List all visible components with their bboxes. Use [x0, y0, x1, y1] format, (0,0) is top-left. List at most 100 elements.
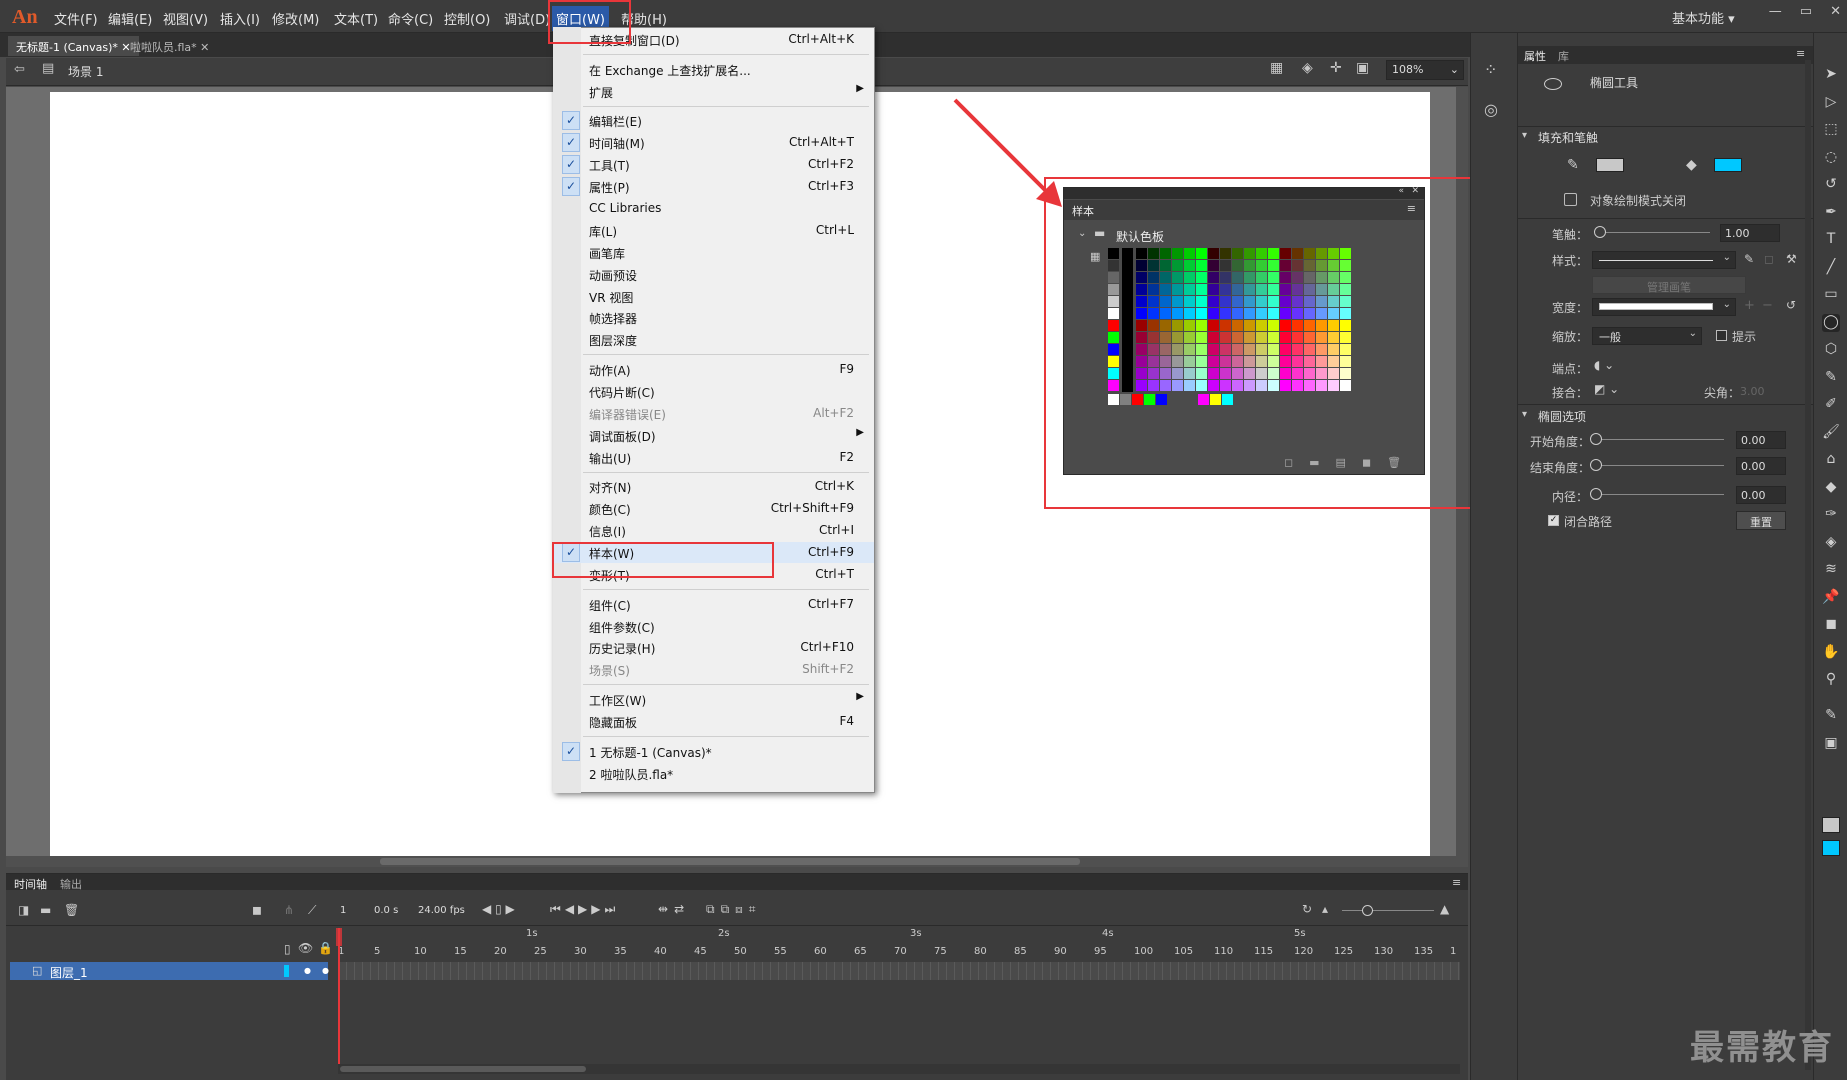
menu-item-5[interactable]: 文本(T)	[334, 9, 378, 28]
inner-radius-handle[interactable]	[1590, 488, 1602, 500]
stroke-slider-track[interactable]	[1600, 232, 1710, 233]
menu-item[interactable]: 2 啦啦队员.fla*	[554, 763, 874, 784]
layer-name[interactable]: 图层_1	[50, 964, 88, 981]
menu-item[interactable]: 颜色(C) Ctrl+Shift+F9	[554, 498, 874, 519]
brush-lib-icon[interactable]: ⚒	[1786, 252, 1797, 266]
panel-menu-icon[interactable]: ≡	[1796, 47, 1805, 60]
brush-tool-icon[interactable]: ✐	[1822, 396, 1840, 414]
menu-item[interactable]: ✓ 时间轴(M) Ctrl+Alt+T	[554, 132, 874, 153]
join-select[interactable]: ◩ ⌄	[1594, 382, 1619, 396]
selection-tool-icon[interactable]: ➤	[1822, 66, 1840, 84]
menu-item[interactable]: ✓ 工具(T) Ctrl+F2	[554, 154, 874, 175]
loop-icon[interactable]: ⇄	[674, 902, 690, 916]
camera-icon[interactable]: ◼	[252, 903, 262, 917]
menu-item[interactable]: 调试面板(D) ▶	[554, 425, 874, 446]
layer-frames[interactable]	[338, 962, 1460, 980]
menu-item-6[interactable]: 命令(C)	[388, 9, 433, 28]
unlocked-dot-icon[interactable]: ●	[322, 966, 329, 975]
playhead-handle[interactable]	[336, 928, 342, 946]
width-profile-select[interactable]: ⌄	[1592, 298, 1736, 316]
paint-brush-tool-icon[interactable]: 🖌	[1822, 424, 1840, 442]
fill-color-tool-icon[interactable]: ▣	[1822, 735, 1840, 753]
doc-tab-cheer[interactable]: 啦啦队员.fla* ✕	[122, 36, 217, 56]
menu-item[interactable]: VR 视图	[554, 286, 874, 307]
manage-brush-button[interactable]: 管理画笔	[1592, 276, 1746, 294]
section-oval-options[interactable]: 椭圆选项	[1538, 408, 1586, 425]
pin-tool-icon[interactable]: 📌	[1822, 589, 1840, 607]
line-tool-icon[interactable]: ╱	[1822, 259, 1840, 277]
stroke-color-swatch[interactable]	[1596, 158, 1624, 172]
fill-color-well[interactable]	[1822, 840, 1840, 856]
new-layer-icon[interactable]: ◨	[18, 903, 29, 917]
eraser-tool-icon[interactable]: ◈	[1822, 534, 1840, 552]
menu-item[interactable]: ✓ 编辑栏(E)	[554, 110, 874, 131]
current-time[interactable]: 0.0 s	[374, 905, 398, 916]
stroke-color-well[interactable]	[1822, 817, 1840, 833]
zoom-in-icon[interactable]: ▲	[1440, 902, 1449, 916]
edit-symbol-icon[interactable]: ◈	[1302, 60, 1313, 76]
reset-width-icon[interactable]: ↺	[1786, 298, 1796, 312]
menu-item[interactable]: 动作(A) F9	[554, 359, 874, 380]
start-angle-track[interactable]	[1600, 439, 1724, 440]
width-tool-icon[interactable]: ≋	[1822, 561, 1840, 579]
menu-item-4[interactable]: 修改(M)	[272, 9, 319, 28]
menu-item[interactable]: 代码片断(C)	[554, 381, 874, 402]
menu-item[interactable]: 对齐(N) Ctrl+K	[554, 476, 874, 497]
chevron-down-icon[interactable]: ▾	[1522, 130, 1527, 141]
menu-item[interactable]: 组件参数(C)	[554, 616, 874, 637]
start-angle-input[interactable]	[1736, 431, 1786, 449]
stroke-style-select[interactable]: ⌄	[1592, 251, 1736, 269]
center-stage-icon[interactable]: ✛	[1330, 60, 1342, 76]
prev-keyframe-icon[interactable]: ◀	[482, 902, 491, 916]
lock-icon[interactable]: 🔒	[318, 941, 333, 955]
hand-tool-icon[interactable]: ✋	[1822, 644, 1840, 662]
next-keyframe-icon[interactable]: ▶	[506, 902, 515, 916]
edit-scene-icon[interactable]: ▦	[1270, 60, 1283, 76]
rectangle-tool-icon[interactable]: ▭	[1822, 286, 1840, 304]
oval-tool-icon[interactable]: ◯	[1822, 313, 1840, 332]
pencil-tool-icon[interactable]: ✎	[1822, 369, 1840, 387]
tab-library[interactable]: 库	[1558, 48, 1569, 64]
menu-item[interactable]: 隐藏面板 F4	[554, 711, 874, 732]
reset-button[interactable]: 重置	[1736, 511, 1786, 530]
menu-item[interactable]: 扩展 ▶	[554, 81, 874, 102]
stroke-slider-handle[interactable]	[1594, 226, 1606, 238]
onion-skin-icon[interactable]: ⧉	[706, 902, 721, 916]
menu-item[interactable]: 在 Exchange 上查找扩展名...	[554, 59, 874, 80]
menu-item[interactable]: CC Libraries	[554, 198, 874, 219]
onion-outline-icon[interactable]: ⧉	[721, 902, 736, 916]
last-frame-icon[interactable]: ⏭	[605, 902, 620, 916]
menu-item-1[interactable]: 编辑(E)	[108, 9, 152, 28]
close-path-checkbox[interactable]: ✓	[1548, 515, 1559, 526]
lasso-tool-icon[interactable]: ↺	[1822, 176, 1840, 194]
timeline-zoom-track[interactable]	[1342, 910, 1434, 911]
end-angle-handle[interactable]	[1590, 459, 1602, 471]
current-frame[interactable]: 1	[340, 905, 346, 916]
center-frame-icon[interactable]: ⇹	[658, 902, 674, 916]
clip-stage-icon[interactable]: ▣	[1356, 60, 1369, 76]
menu-item[interactable]: ✓ 1 无标题-1 (Canvas)*	[554, 741, 874, 762]
step-forward-icon[interactable]: ▶	[591, 902, 604, 916]
timeline-zoom-handle[interactable]	[1362, 905, 1373, 916]
chevron-down-icon[interactable]: ▾	[1522, 409, 1527, 420]
camera-tool-icon[interactable]: ◼	[1822, 616, 1840, 634]
workspace-switcher[interactable]: 基本功能 ▾	[1672, 8, 1735, 27]
scrollbar-thumb[interactable]	[380, 858, 1080, 865]
fill-color-swatch[interactable]	[1714, 158, 1742, 172]
frame-rate[interactable]: 24.00 fps	[418, 905, 465, 916]
outline-icon[interactable]: ▯	[284, 942, 291, 956]
close-button[interactable]: ✕	[1830, 4, 1841, 19]
cap-select[interactable]: ◖ ⌄	[1594, 358, 1614, 372]
bone-tool-icon[interactable]: ⌂	[1822, 451, 1840, 469]
close-icon[interactable]: ✕	[200, 41, 209, 54]
paint-bucket-tool-icon[interactable]: ◆	[1822, 479, 1840, 497]
free-transform-tool-icon[interactable]: ⬚	[1822, 121, 1840, 139]
end-angle-track[interactable]	[1600, 465, 1724, 466]
tab-properties[interactable]: 属性	[1524, 48, 1546, 64]
menu-item-2[interactable]: 视图(V)	[163, 9, 208, 28]
subselection-tool-icon[interactable]: ▷	[1822, 94, 1840, 112]
trash-icon[interactable]: 🗑	[64, 903, 79, 917]
tab-timeline[interactable]: 时间轴	[14, 876, 47, 892]
object-draw-icon[interactable]	[1564, 193, 1577, 206]
panel-menu-icon[interactable]: ≡	[1452, 876, 1461, 889]
